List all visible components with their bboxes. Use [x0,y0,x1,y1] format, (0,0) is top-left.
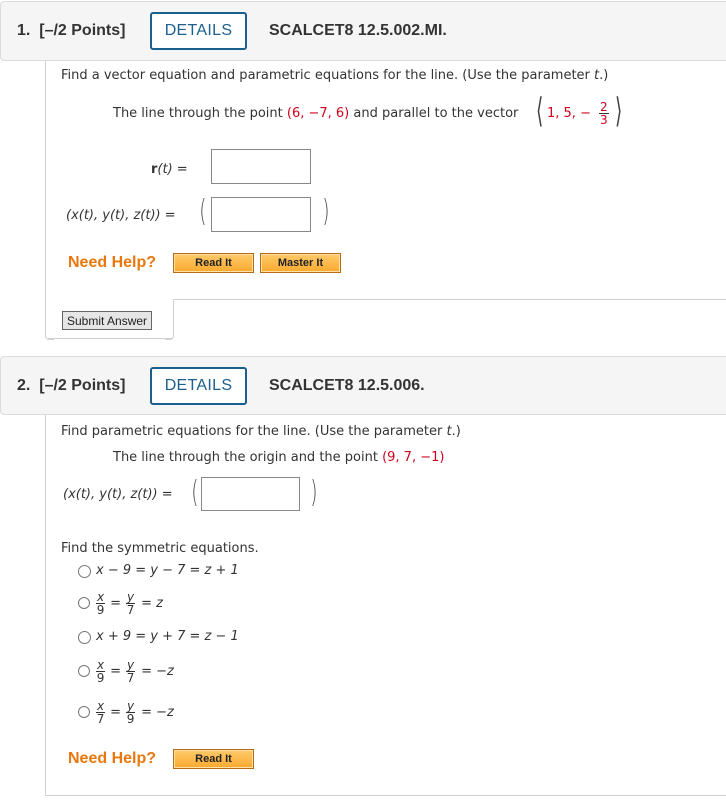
equals: = [110,705,122,720]
option-label[interactable]: x7 = y9 = −z [94,700,174,725]
vector-fraction: 2 3 [599,101,609,126]
option-label[interactable]: x9 = y7 = z [94,591,163,616]
need-help-label: Need Help? [68,254,157,271]
question-prompt: The line through the point (6, −7, 6) an… [113,106,518,121]
question-2-border-left [45,415,46,796]
fraction-denominator: 9 [96,671,105,685]
points-label: [–/2 Points] [39,377,126,394]
fraction: y7 [126,591,136,617]
prompt-text: The line through the origin and the poin… [113,450,383,465]
prompt-text: The line through the point [113,106,287,121]
right-paren: ) [322,194,330,229]
fraction: x7 [96,700,106,726]
option-radio[interactable] [78,706,90,718]
right-angle-bracket: ⟩ [614,91,623,131]
question-number: 2. [–/2 Points] [17,377,125,395]
fraction-denominator: 7 [126,671,135,685]
master-it-button[interactable]: Master It [260,253,341,273]
rhs: = −z [141,705,174,720]
fraction-denominator: 9 [126,712,135,726]
fraction-denominator: 7 [126,603,135,617]
fraction-denominator: 9 [96,603,105,617]
left-paren: ( [199,194,207,229]
question-index: 1. [17,22,31,39]
prompt-text-mid: and parallel to the vector [349,106,519,121]
question-2-border-bottom [45,795,726,796]
question-code: SCALCET8 12.5.002.MI. [269,22,447,39]
question-1-border-bottom [48,338,173,339]
details-button[interactable]: DETAILS [150,367,247,405]
question-2-header: 2. [–/2 Points] DETAILS SCALCET8 12.5.00… [0,356,726,415]
option-radio[interactable] [78,565,91,578]
details-button[interactable]: DETAILS [150,12,247,50]
option-radio[interactable] [78,631,91,644]
option-radio[interactable] [78,665,90,677]
instruction-end: .) [599,68,609,83]
read-it-button[interactable]: Read It [173,253,254,273]
question-instruction: Find a vector equation and parametric eq… [61,68,608,83]
vector-components: 1, 5, − [547,106,591,121]
fraction-denominator: 3 [600,113,608,127]
fraction-denominator: 7 [96,712,105,726]
given-vector: 1, 5, − [547,106,591,121]
given-point: (6, −7, 6) [286,106,350,121]
question-code: SCALCET8 12.5.006. [269,377,425,394]
parametric-equations-input[interactable] [201,477,300,511]
fraction: x9 [96,659,106,685]
corner [45,330,54,340]
points-label: [–/2 Points] [39,22,126,39]
parametric-equations-input[interactable] [211,197,311,232]
option-label[interactable]: x − 9 = y − 7 = z + 1 [96,563,239,578]
fraction: x9 [96,591,106,617]
parametric-equations-label: (x(t), y(t), z(t)) = [63,487,173,502]
vector-arg: (t) = [157,162,188,177]
option-label[interactable]: x + 9 = y + 7 = z − 1 [96,629,239,644]
fraction: y9 [126,700,136,726]
left-angle-bracket: ⟨ [535,91,544,131]
read-it-button[interactable]: Read It [173,749,254,769]
question-prompt: The line through the origin and the poin… [113,450,444,465]
fraction: y7 [126,659,136,685]
instruction-text: Find parametric equations for the line. … [61,424,447,439]
question-index: 2. [17,377,31,394]
option-label[interactable]: x9 = y7 = −z [94,659,174,684]
question-1-border-left [45,61,46,335]
parametric-equations-label: (x(t), y(t), z(t)) = [66,208,176,223]
option-radio[interactable] [78,597,90,609]
question-1-border-top-right [173,299,726,300]
question-1-header: 1. [–/2 Points] DETAILS SCALCET8 12.5.00… [0,1,726,61]
submit-answer-button[interactable]: Submit Answer [62,311,153,330]
rhs: = −z [141,664,174,679]
given-point: (9, 7, −1) [382,450,445,465]
right-paren: ) [310,475,318,510]
equals: = [110,664,122,679]
left-paren: ( [191,475,199,510]
need-help-label: Need Help? [68,750,157,767]
equals: = [110,596,122,611]
corner [165,330,174,340]
vector-equation-input[interactable] [211,149,311,184]
vector-equation-label: r(t) = [151,162,188,177]
instruction-text: Find a vector equation and parametric eq… [61,68,595,83]
question-number: 1. [–/2 Points] [17,22,125,40]
question-instruction: Find parametric equations for the line. … [61,424,461,439]
instruction-end: .) [451,424,461,439]
rhs: = z [141,596,163,611]
symmetric-prompt: Find the symmetric equations. [61,541,259,556]
